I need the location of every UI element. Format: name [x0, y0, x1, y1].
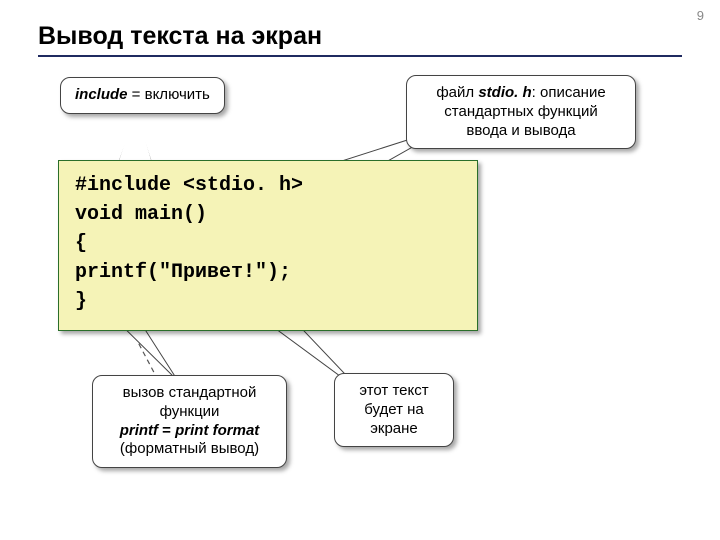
title-rule	[38, 55, 682, 57]
callout-screen-text: этот текстбудет наэкране	[334, 373, 454, 447]
callout-include: include = включить	[60, 77, 225, 114]
callout-stdio: файл stdio. h: описаниестандартных функц…	[406, 75, 636, 149]
code-line-3: {	[75, 232, 87, 255]
code-line-2: void main()	[75, 203, 207, 226]
content-area: include = включить файл stdio. h: описан…	[38, 75, 682, 505]
code-line-4: printf("Привет!");	[75, 261, 291, 284]
page-number: 9	[697, 8, 704, 23]
code-line-5: }	[75, 290, 87, 313]
slide-title: Вывод текста на экран	[38, 22, 682, 51]
code-line-1: #include <stdio. h>	[75, 174, 303, 197]
callout-printf: вызов стандартнойфункцииprintf = print f…	[92, 375, 287, 468]
code-block: #include <stdio. h> void main() { printf…	[58, 160, 478, 331]
